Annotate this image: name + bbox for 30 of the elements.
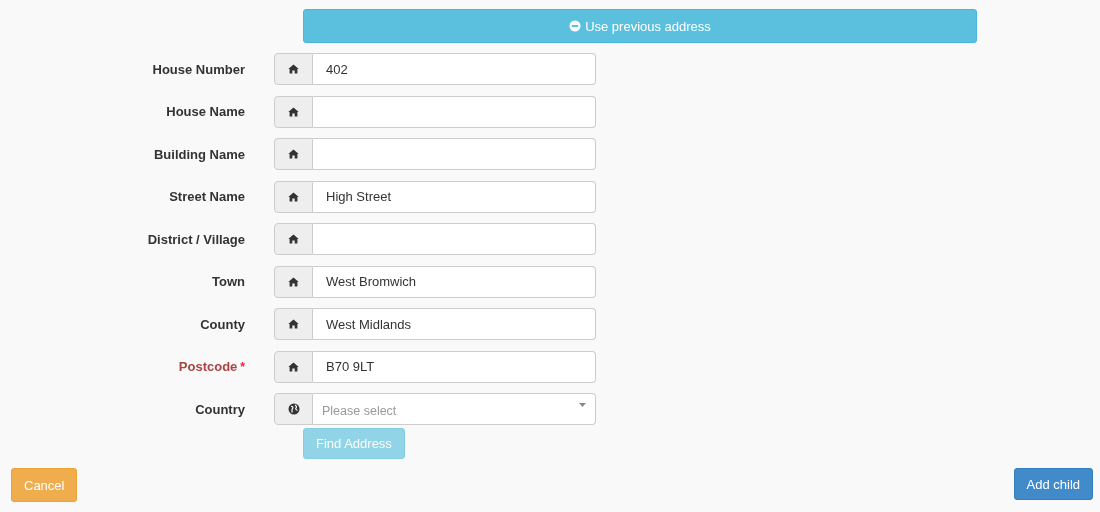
home-icon bbox=[288, 234, 299, 244]
field-label: Street Name bbox=[169, 189, 245, 204]
caret-icon bbox=[579, 403, 586, 407]
home-icon bbox=[288, 191, 299, 202]
input-field[interactable] bbox=[313, 95, 596, 128]
input-field[interactable]: West Bromwich bbox=[313, 265, 596, 298]
home-icon bbox=[288, 149, 299, 159]
input-field[interactable] bbox=[313, 223, 596, 255]
add-child-button[interactable]: Add child bbox=[1013, 468, 1093, 500]
field-label: Building Name bbox=[154, 146, 245, 162]
input-field[interactable]: B70 9LT bbox=[313, 350, 596, 383]
globe-icon bbox=[287, 403, 300, 415]
input-field[interactable]: High Street bbox=[313, 180, 596, 213]
field-label: House Number bbox=[152, 61, 245, 77]
field-label: House Name bbox=[166, 104, 245, 119]
required-mark: * bbox=[240, 359, 245, 374]
field-label: County bbox=[200, 316, 245, 332]
input-field[interactable]: 402 bbox=[313, 53, 596, 85]
field-label: District / Village bbox=[147, 231, 245, 247]
home-icon bbox=[288, 106, 299, 117]
input-field[interactable] bbox=[313, 138, 596, 170]
field-label: Country bbox=[195, 401, 245, 417]
home-icon bbox=[288, 361, 299, 372]
home-icon bbox=[288, 276, 299, 287]
field-label: Town bbox=[212, 274, 245, 289]
home-icon bbox=[288, 319, 299, 329]
home-icon bbox=[288, 64, 299, 74]
placeholder-text: Please select bbox=[322, 403, 397, 418]
input-field[interactable]: West Midlands bbox=[313, 308, 596, 340]
field-label: Postcode bbox=[178, 359, 238, 374]
